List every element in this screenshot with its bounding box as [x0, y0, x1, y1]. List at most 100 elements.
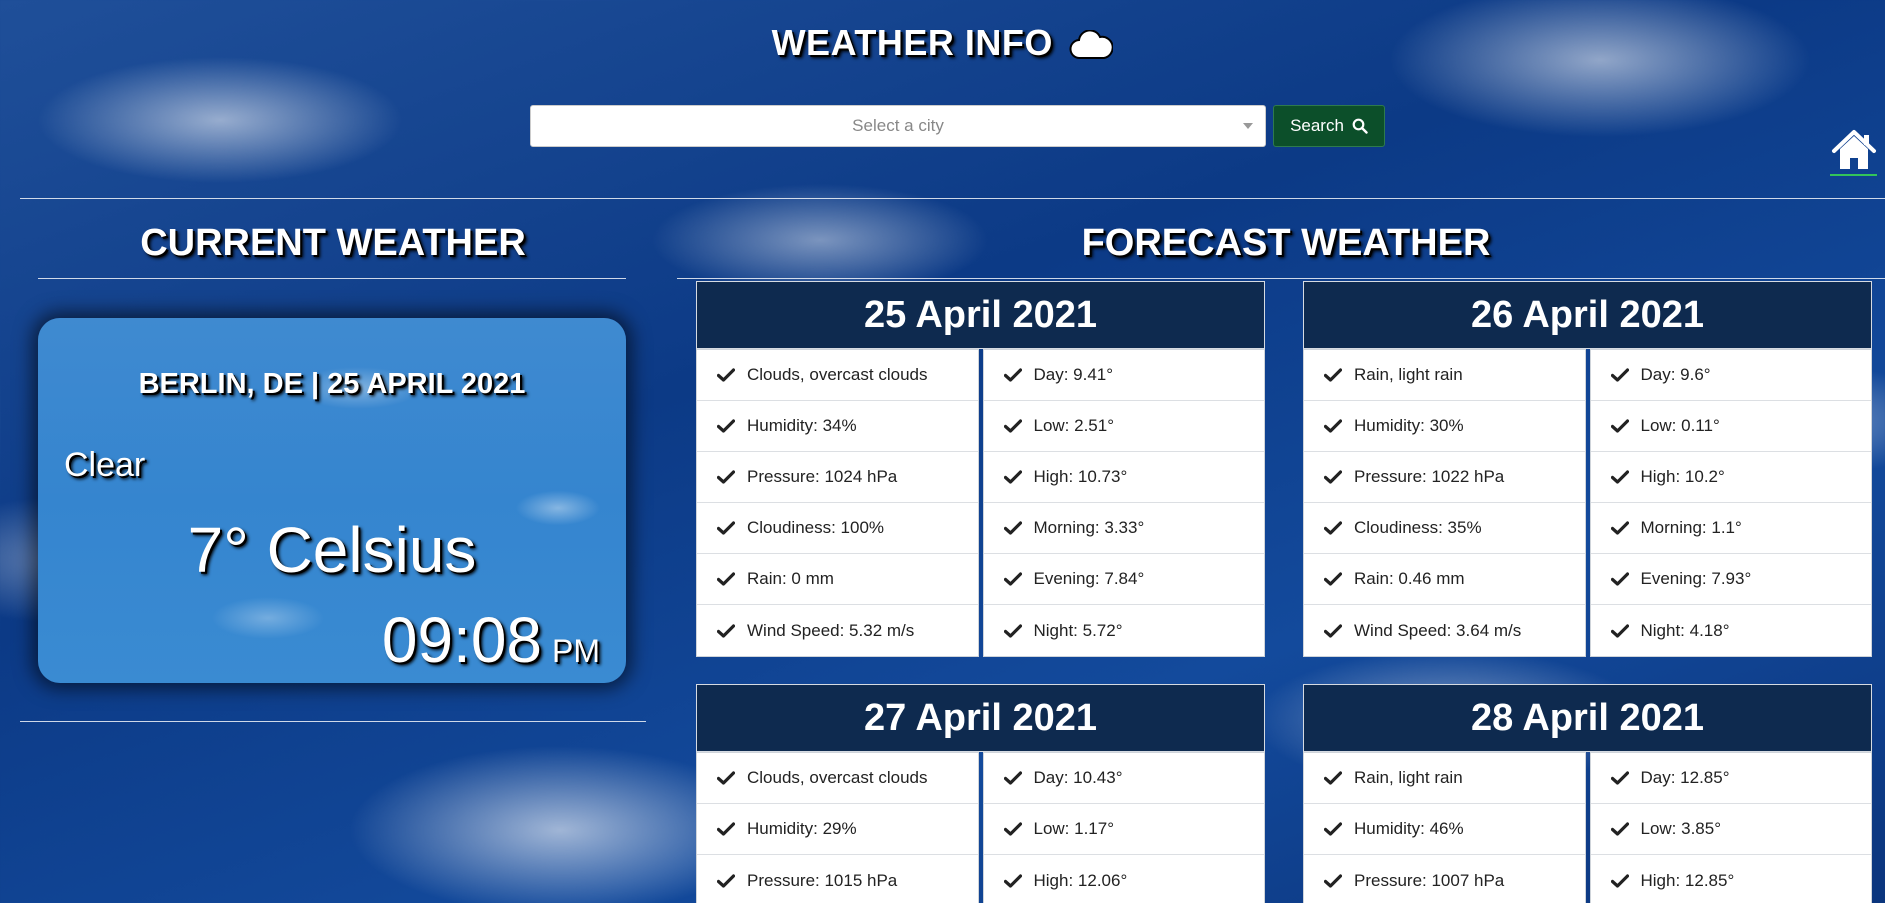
- forecast-detail-text: Rain, light rain: [1354, 365, 1463, 384]
- forecast-detail-item: Pressure: 1015 hPa: [697, 855, 978, 903]
- forecast-weather-title: FORECAST WEATHER: [1081, 222, 1491, 264]
- forecast-detail-item: Humidity: 30%: [1304, 401, 1585, 452]
- check-icon: [1610, 521, 1629, 535]
- current-time-value: 09:08: [381, 604, 542, 676]
- forecast-detail-item: High: 12.06°: [984, 855, 1265, 903]
- check-icon: [1324, 572, 1342, 586]
- forecast-detail-text: High: 12.06°: [1033, 870, 1128, 890]
- forecast-column-left: Rain, light rain Humidity: 46% Pressure: 1…: [1303, 752, 1586, 903]
- check-icon: [1003, 572, 1022, 586]
- forecast-detail-text: High: 10.2°: [1640, 467, 1725, 486]
- forecast-detail-item: Morning: 1.1°: [1590, 503, 1871, 554]
- forecast-detail-item: Evening: 7.84°: [983, 554, 1264, 605]
- check-icon: [1324, 470, 1342, 484]
- forecast-detail-text: Clouds, overcast clouds: [747, 365, 928, 384]
- forecast-detail-text: Pressure: 1024 hPa: [747, 467, 898, 486]
- forecast-detail-item: Rain: 0 mm: [697, 554, 978, 605]
- forecast-detail-item: Evening: 7.93°: [1590, 554, 1871, 605]
- search-bar: Select a city Search: [530, 105, 1385, 147]
- check-icon: [717, 771, 735, 785]
- check-icon: [1003, 771, 1022, 785]
- forecast-detail-text: Night: 4.18°: [1640, 620, 1730, 640]
- chevron-down-icon: [1243, 123, 1253, 129]
- forecast-detail-item: Low: 0.11°: [1590, 401, 1871, 452]
- city-select[interactable]: Select a city: [530, 105, 1266, 147]
- forecast-detail-item: Low: 1.17°: [983, 804, 1264, 855]
- forecast-detail-item: Rain: 0.46 mm: [1304, 554, 1585, 605]
- search-icon: [1352, 118, 1368, 134]
- forecast-detail-item: Low: 3.85°: [1590, 804, 1871, 855]
- check-icon: [1324, 771, 1342, 785]
- forecast-detail-text: Pressure: 1022 hPa: [1354, 467, 1505, 486]
- current-time: 09:08 PM: [382, 603, 600, 677]
- forecast-date: 28 April 2021: [1303, 684, 1872, 752]
- forecast-detail-item: Cloudiness: 35%: [1304, 503, 1585, 554]
- forecast-detail-text: Day: 9.41°: [1033, 365, 1114, 384]
- forecast-detail-item: Morning: 3.33°: [983, 503, 1264, 554]
- forecast-detail-text: High: 12.85°: [1640, 870, 1735, 890]
- check-icon: [1003, 623, 1022, 638]
- divider: [38, 278, 626, 279]
- forecast-detail-item: Humidity: 46%: [1304, 804, 1585, 855]
- forecast-detail-item: High: 12.85°: [1591, 855, 1872, 903]
- forecast-detail-text: Pressure: 1015 hPa: [747, 870, 898, 890]
- forecast-detail-item: Rain, light rain: [1304, 753, 1585, 804]
- forecast-detail-text: Morning: 1.1°: [1640, 518, 1742, 537]
- forecast-column-right: Day: 9.41° Low: 2.51° High: 10.73° Morning:…: [982, 349, 1265, 657]
- forecast-column-left: Rain, light rain Humidity: 30% Pressure: 1…: [1303, 349, 1586, 657]
- check-icon: [717, 368, 735, 382]
- check-icon: [1003, 368, 1022, 382]
- check-icon: [1610, 419, 1629, 433]
- search-button[interactable]: Search: [1273, 105, 1385, 147]
- forecast-detail-text: Evening: 7.93°: [1640, 569, 1752, 588]
- forecast-detail-text: Low: 1.17°: [1033, 819, 1115, 838]
- forecast-detail-item: Humidity: 29%: [697, 804, 978, 855]
- forecast-detail-item: High: 10.2°: [1590, 452, 1871, 503]
- current-temperature: 7° Celsius: [187, 514, 477, 586]
- forecast-detail-item: Pressure: 1024 hPa: [697, 452, 978, 503]
- check-icon: [717, 572, 735, 586]
- current-location-date: BERLIN, DE | 25 APRIL 2021: [138, 368, 526, 400]
- forecast-detail-text: Evening: 7.84°: [1033, 569, 1145, 588]
- forecast-column-left: Clouds, overcast clouds Humidity: 29% Pres…: [696, 752, 979, 903]
- forecast-card: 27 April 2021 Clouds, overcast clouds Humi…: [696, 684, 1265, 903]
- forecast-detail-item: Pressure: 1022 hPa: [1304, 452, 1585, 503]
- forecast-detail-text: Clouds, overcast clouds: [747, 768, 928, 787]
- forecast-detail-text: Wind Speed: 5.32 m/s: [747, 620, 915, 640]
- forecast-detail-text: High: 10.73°: [1033, 467, 1128, 486]
- forecast-detail-item: Day: 9.6°: [1590, 350, 1871, 401]
- forecast-detail-text: Wind Speed: 3.64 m/s: [1354, 620, 1522, 640]
- forecast-detail-item: Day: 9.41°: [983, 350, 1264, 401]
- check-icon: [717, 419, 735, 433]
- forecast-detail-text: Morning: 3.33°: [1033, 518, 1145, 537]
- forecast-detail-text: Low: 0.11°: [1640, 416, 1720, 435]
- forecast-detail-item: Day: 12.85°: [1590, 753, 1871, 804]
- forecast-detail-text: Humidity: 34%: [747, 416, 857, 435]
- check-icon: [1610, 572, 1629, 586]
- home-icon[interactable]: [1830, 127, 1878, 177]
- check-icon: [1324, 822, 1342, 836]
- forecast-detail-item: Humidity: 34%: [697, 401, 978, 452]
- forecast-detail-text: Rain: 0 mm: [747, 569, 834, 588]
- forecast-detail-text: Rain, light rain: [1354, 768, 1463, 787]
- check-icon: [1610, 368, 1629, 382]
- forecast-detail-text: Night: 5.72°: [1033, 620, 1123, 640]
- forecast-detail-item: Cloudiness: 100%: [697, 503, 978, 554]
- check-icon: [1003, 470, 1022, 484]
- forecast-detail-item: Clouds, overcast clouds: [697, 753, 978, 804]
- forecast-detail-text: Day: 12.85°: [1640, 768, 1730, 787]
- forecast-detail-item: Clouds, overcast clouds: [697, 350, 978, 401]
- check-icon: [1003, 419, 1022, 433]
- forecast-detail-item: Night: 4.18°: [1591, 605, 1872, 656]
- divider: [20, 721, 646, 722]
- city-select-placeholder: Select a city: [852, 116, 944, 135]
- forecast-details: Rain, light rain Humidity: 30% Pressure: 1…: [1303, 349, 1872, 657]
- check-icon: [1324, 623, 1342, 638]
- forecast-detail-text: Day: 10.43°: [1033, 768, 1123, 787]
- forecast-card: 26 April 2021 Rain, light rain Humidity: 3…: [1303, 281, 1872, 657]
- forecast-detail-item: Night: 5.72°: [984, 605, 1265, 656]
- check-icon: [1324, 873, 1342, 888]
- forecast-detail-item: Wind Speed: 5.32 m/s: [697, 605, 978, 656]
- forecast-detail-text: Pressure: 1007 hPa: [1354, 870, 1505, 890]
- forecast-detail-item: Rain, light rain: [1304, 350, 1585, 401]
